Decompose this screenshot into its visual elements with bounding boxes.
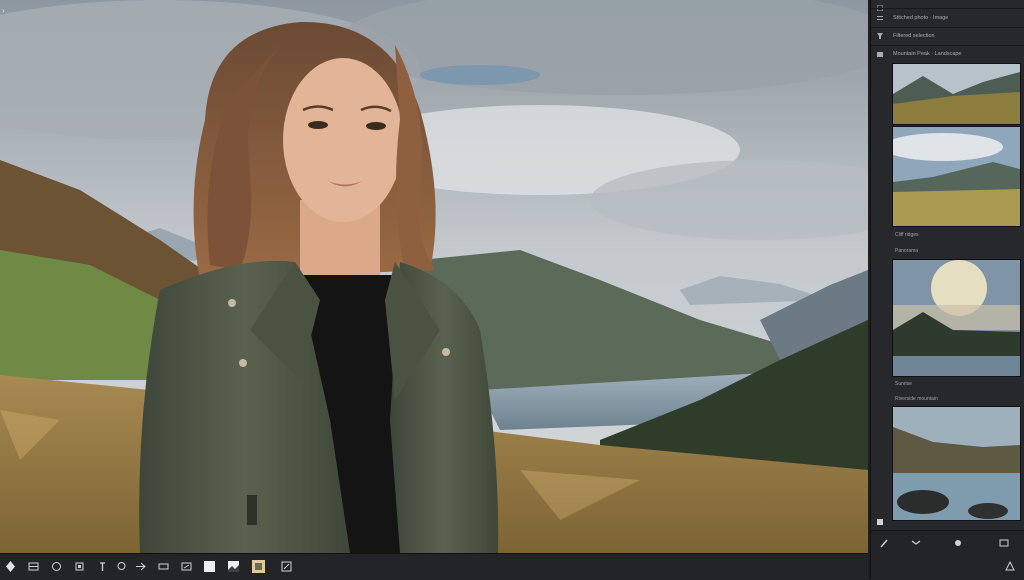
portrait-thumb-icon[interactable] (252, 560, 265, 573)
text-tool-icon[interactable] (96, 560, 109, 573)
section-label: Panorama (895, 248, 919, 254)
corner-arrow-icon: › (2, 6, 5, 15)
right-panel: Stitched photo · Image Filtered selectio… (870, 0, 1024, 580)
bottom-toolbar (0, 553, 868, 580)
thumbnail-sunburst-lake[interactable] (892, 259, 1021, 377)
heal-icon[interactable] (157, 560, 170, 573)
transform-icon[interactable] (134, 560, 147, 573)
grid-icon[interactable] (999, 538, 1009, 548)
thumbnail-image (893, 260, 1020, 376)
panel-bottom-bar (871, 519, 1024, 580)
radial-icon[interactable] (50, 560, 63, 573)
photo-canvas[interactable]: › (0, 0, 868, 553)
section-label: Sunrise (895, 381, 912, 387)
thumbnail-image (893, 64, 1020, 124)
brush-icon[interactable] (879, 538, 889, 548)
thumbnail-green-meadow-peaks[interactable] (892, 126, 1021, 227)
thumbnail-rocky-river[interactable] (892, 406, 1021, 521)
warning-triangle-icon[interactable] (1005, 561, 1015, 571)
portrait-photo (0, 0, 868, 553)
thumbnail-mountain-valley[interactable] (892, 63, 1021, 125)
section-label: Cliff ridges (895, 232, 919, 238)
section-label: Riverside mountain (895, 396, 938, 402)
mask-icon[interactable] (953, 538, 963, 548)
brush-icon[interactable] (180, 560, 193, 573)
panel-row-label: Filtered selection (893, 33, 935, 39)
square-icon[interactable] (877, 519, 883, 525)
thumbnail-image (893, 407, 1020, 520)
panel-row-0[interactable]: Stitched photo · Image (871, 10, 1024, 26)
thumbnail-image (893, 127, 1020, 226)
panel-row-label: Stitched photo · Image (893, 15, 949, 21)
adjust-icon[interactable] (911, 538, 921, 548)
filter-icon (877, 33, 883, 39)
folder-icon (877, 52, 883, 57)
landscape-thumb-icon[interactable] (227, 560, 240, 573)
filter-icon[interactable] (73, 560, 86, 573)
layers-icon (877, 16, 883, 20)
lasso-icon[interactable] (115, 560, 128, 573)
panel-row-label: Mountain Peak · Landscape (893, 51, 962, 57)
white-square-icon[interactable] (203, 560, 216, 573)
crop-icon[interactable] (27, 560, 40, 573)
panel-row-1[interactable]: Filtered selection (871, 28, 1024, 44)
export-icon[interactable] (280, 560, 293, 573)
move-icon[interactable] (4, 560, 17, 573)
panel-row-2[interactable]: Mountain Peak · Landscape (871, 46, 1024, 62)
